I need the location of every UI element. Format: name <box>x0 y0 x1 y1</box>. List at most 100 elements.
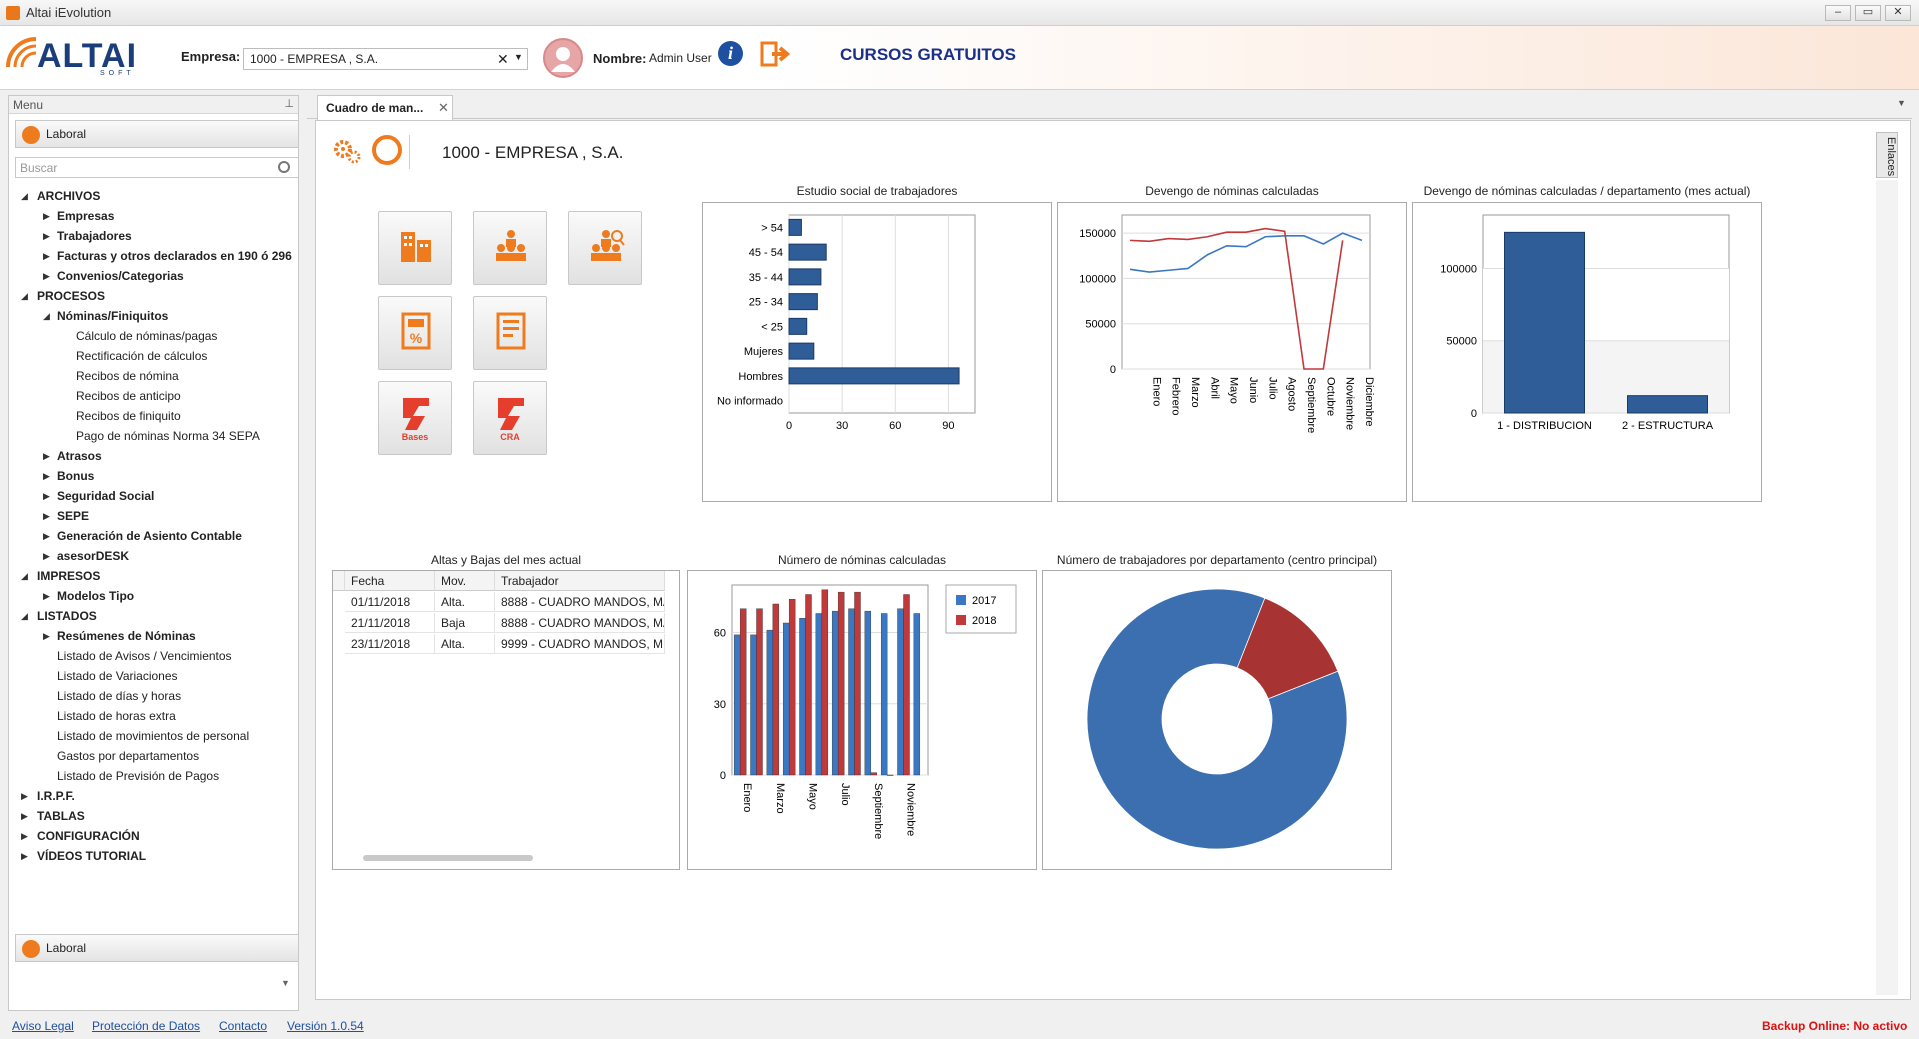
table-cell[interactable]: 01/11/2018 <box>345 592 435 612</box>
menu-item[interactable]: Rectificación de cálculos <box>15 346 299 366</box>
menu-item[interactable]: ▶ VÍDEOS TUTORIAL <box>15 846 299 866</box>
column-header[interactable]: Fecha <box>345 571 435 591</box>
menu-item[interactable]: Listado de días y horas <box>15 686 299 706</box>
menu-item[interactable]: ◢ PROCESOS <box>15 286 299 306</box>
expand-arrow-icon[interactable]: ▶ <box>43 246 50 266</box>
tab-cuadro-mando[interactable]: Cuadro de man... ✕ <box>317 95 453 120</box>
empresa-select[interactable]: 1000 - EMPRESA , S.A. ✕ ▼ <box>243 48 528 70</box>
menu-item[interactable]: ▶ Bonus <box>15 466 299 486</box>
menu-item[interactable]: Gastos por departamentos <box>15 746 299 766</box>
menu-item[interactable]: Listado de horas extra <box>15 706 299 726</box>
collapse-arrow-icon[interactable]: ◢ <box>43 306 50 326</box>
refresh-icon[interactable] <box>372 135 402 165</box>
menu-item[interactable]: ▶ Seguridad Social <box>15 486 299 506</box>
cursos-gratuitos-link[interactable]: CURSOS GRATUITOS <box>840 45 1016 65</box>
menu-item[interactable]: ▶ Facturas y otros declarados en 190 ó 29… <box>15 246 299 266</box>
menu-item[interactable]: ▶ Empresas <box>15 206 299 226</box>
expand-arrow-icon[interactable]: ▶ <box>21 846 28 866</box>
menu-item[interactable]: ◢ Nóminas/Finiquitos <box>15 306 299 326</box>
column-header[interactable]: Trabajador <box>495 571 665 591</box>
search-icon[interactable] <box>278 161 290 173</box>
cra-tile[interactable]: CRA <box>473 381 547 455</box>
collapse-arrow-icon[interactable]: ◢ <box>21 566 28 586</box>
menu-item[interactable]: ▶ CONFIGURACIÓN <box>15 826 299 846</box>
menu-item[interactable]: ◢ ARCHIVOS <box>15 186 299 206</box>
clear-icon[interactable]: ✕ <box>497 51 509 68</box>
recibos-tile[interactable] <box>473 296 547 370</box>
avatar[interactable] <box>543 38 583 78</box>
menu-item[interactable]: Recibos de finiquito <box>15 406 299 426</box>
menu-item[interactable]: ▶ TABLAS <box>15 806 299 826</box>
expand-arrow-icon[interactable]: ▶ <box>21 786 28 806</box>
search-input[interactable]: Buscar <box>15 157 299 178</box>
calculo-tile[interactable]: % <box>378 296 452 370</box>
expand-arrow-icon[interactable]: ▶ <box>43 446 50 466</box>
column-header[interactable]: Mov. <box>435 571 495 591</box>
settings-icon[interactable] <box>333 137 361 165</box>
expand-arrow-icon[interactable]: ▶ <box>43 226 50 246</box>
menu-item[interactable]: ▶ asesorDESK <box>15 546 299 566</box>
menu-item[interactable]: Recibos de anticipo <box>15 386 299 406</box>
trabajadores-tile[interactable] <box>473 211 547 285</box>
menu-item[interactable]: ▶ Trabajadores <box>15 226 299 246</box>
vertical-scrollbar[interactable] <box>1876 180 1898 995</box>
menu-item[interactable]: Cálculo de nóminas/pagas <box>15 326 299 346</box>
empresas-tile[interactable] <box>378 211 452 285</box>
table-cell[interactable]: 23/11/2018 <box>345 634 435 654</box>
enlaces-panel-tab[interactable]: Enlaces <box>1876 132 1898 178</box>
menu-item[interactable]: ◢ IMPRESOS <box>15 566 299 586</box>
close-window-button[interactable]: ✕ <box>1885 5 1911 21</box>
buscar-trabajadores-tile[interactable] <box>568 211 642 285</box>
menu-item[interactable]: ▶ Modelos Tipo <box>15 586 299 606</box>
table-cell[interactable]: Alta. <box>435 592 495 612</box>
proteccion-datos-link[interactable]: Protección de Datos <box>92 1019 200 1033</box>
table-cell[interactable]: 9999 - CUADRO MANDOS, MI <box>495 634 665 654</box>
aviso-legal-link[interactable]: Aviso Legal <box>12 1019 74 1033</box>
table-cell[interactable]: Alta. <box>435 634 495 654</box>
table-cell[interactable]: 8888 - CUADRO MANDOS, MA <box>495 592 665 612</box>
menu-item[interactable]: ▶ Generación de Asiento Contable <box>15 526 299 546</box>
menu-item[interactable]: ▶ Atrasos <box>15 446 299 466</box>
horizontal-scrollbar[interactable] <box>363 855 533 861</box>
collapse-arrow-icon[interactable]: ◢ <box>21 286 28 306</box>
expand-arrow-icon[interactable]: ▶ <box>21 806 28 826</box>
table-cell[interactable]: Baja <box>435 613 495 633</box>
table-cell[interactable]: 21/11/2018 <box>345 613 435 633</box>
version-link[interactable]: Versión 1.0.54 <box>287 1019 364 1033</box>
group-laboral-bottom[interactable]: Laboral <box>15 934 299 962</box>
menu-item[interactable]: Listado de Variaciones <box>15 666 299 686</box>
expand-arrow-icon[interactable]: ▶ <box>43 626 50 646</box>
menu-item[interactable]: Pago de nóminas Norma 34 SEPA <box>15 426 299 446</box>
expand-arrow-icon[interactable]: ▶ <box>43 206 50 226</box>
maximize-button[interactable]: ▭ <box>1855 5 1881 21</box>
menu-item[interactable]: ▶ Convenios/Categorias <box>15 266 299 286</box>
minimize-button[interactable]: – <box>1825 5 1851 21</box>
group-laboral-top[interactable]: Laboral <box>15 120 299 148</box>
menu-item[interactable]: ◢ LISTADOS <box>15 606 299 626</box>
expand-arrow-icon[interactable]: ▶ <box>43 466 50 486</box>
menu-item[interactable]: Listado de Previsión de Pagos <box>15 766 299 786</box>
expand-arrow-icon[interactable]: ▶ <box>43 266 50 286</box>
info-icon[interactable]: i <box>718 41 743 66</box>
collapse-arrow-icon[interactable]: ◢ <box>21 186 28 206</box>
close-icon[interactable]: ✕ <box>438 100 449 116</box>
menu-item[interactable]: Listado de movimientos de personal <box>15 726 299 746</box>
menu-item[interactable]: ▶ I.R.P.F. <box>15 786 299 806</box>
collapse-arrow-icon[interactable]: ◢ <box>21 606 28 626</box>
menu-item[interactable]: Listado de Avisos / Vencimientos <box>15 646 299 666</box>
expand-arrow-icon[interactable]: ▶ <box>43 586 50 606</box>
menu-item[interactable]: Recibos de nómina <box>15 366 299 386</box>
menu-item[interactable]: ▶ SEPE <box>15 506 299 526</box>
chevron-down-icon[interactable]: ▼ <box>281 978 290 988</box>
pin-icon[interactable]: ⊥ <box>284 97 294 110</box>
tab-list-icon[interactable]: ▼ <box>1897 98 1906 108</box>
contacto-link[interactable]: Contacto <box>219 1019 267 1033</box>
table-cell[interactable]: 8888 - CUADRO MANDOS, MA <box>495 613 665 633</box>
expand-arrow-icon[interactable]: ▶ <box>43 526 50 546</box>
expand-arrow-icon[interactable]: ▶ <box>21 826 28 846</box>
logout-icon[interactable] <box>760 40 790 68</box>
menu-item[interactable]: ▶ Resúmenes de Nóminas <box>15 626 299 646</box>
bases-tile[interactable]: Bases <box>378 381 452 455</box>
expand-arrow-icon[interactable]: ▶ <box>43 506 50 526</box>
expand-arrow-icon[interactable]: ▶ <box>43 486 50 506</box>
